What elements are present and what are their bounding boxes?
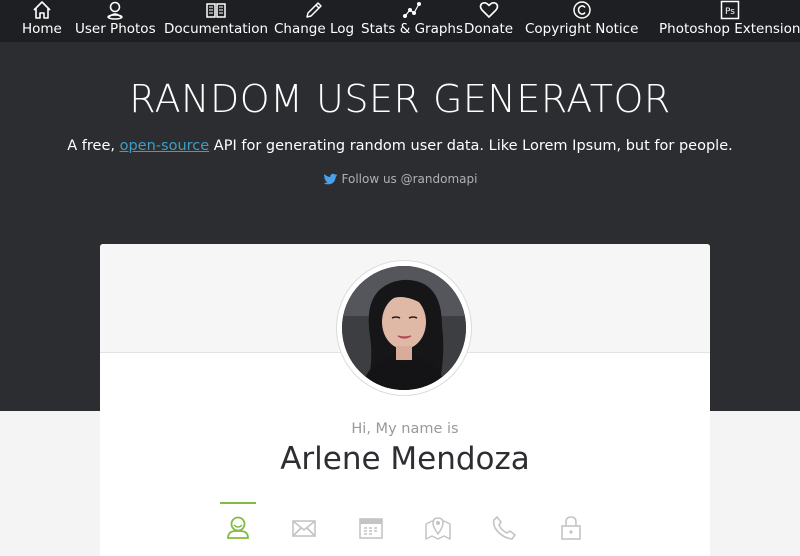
avatar-frame [336, 260, 472, 396]
tagline-text-start: A free, [67, 138, 120, 154]
tab-phone[interactable] [486, 502, 522, 542]
svg-text:Ps: Ps [725, 7, 735, 17]
nav-donate-label: Donate [464, 21, 514, 37]
nav-copyright-label: Copyright Notice [525, 21, 639, 37]
envelope-icon [292, 520, 316, 537]
home-icon [33, 1, 51, 19]
detail-tabs [100, 502, 710, 542]
nav-home[interactable]: Home [22, 0, 62, 42]
pencil-icon [306, 2, 322, 18]
nav-change-log-label: Change Log [274, 21, 355, 37]
user-photos-icon [107, 1, 123, 20]
calendar-icon [359, 518, 383, 539]
nav-stats-graphs[interactable]: Stats & Graphs [361, 0, 463, 42]
tagline-text-end: API for generating random user data. Lik… [209, 138, 733, 154]
twitter-follow-text: Follow us @randomapi [341, 172, 478, 186]
tagline: A free, open-source API for generating r… [0, 138, 800, 154]
photoshop-icon: Ps [720, 0, 739, 20]
nav-documentation[interactable]: Documentation [164, 0, 268, 42]
twitter-follow-link[interactable]: Follow us @randomapi [0, 172, 800, 186]
nav-copyright[interactable]: Copyright Notice [525, 0, 638, 42]
tab-name[interactable] [220, 502, 256, 542]
nav-donate[interactable]: Donate [464, 0, 513, 42]
user-portrait [342, 266, 466, 390]
copyright-icon [572, 1, 591, 19]
tab-email[interactable] [286, 502, 322, 542]
greeting-label: Hi, My name is [351, 421, 459, 437]
heart-icon [479, 2, 498, 18]
user-name: Arlene Mendoza [280, 441, 530, 477]
tab-address[interactable] [420, 502, 456, 542]
nav-photoshop-extension[interactable]: Ps Photoshop Extension [659, 0, 800, 42]
nav-photoshop-extension-label: Photoshop Extension [659, 21, 800, 37]
twitter-icon [323, 173, 337, 184]
nav-user-photos[interactable]: User Photos [75, 0, 156, 42]
map-icon [425, 517, 451, 540]
user-icon [227, 516, 249, 539]
open-source-link[interactable]: open-source [120, 138, 210, 154]
tab-birthday[interactable] [353, 502, 389, 542]
book-icon [206, 3, 226, 18]
page-title: RANDOM USER GENERATOR [129, 77, 671, 121]
nav-home-label: Home [22, 21, 62, 37]
phone-icon [492, 516, 516, 540]
avatar [342, 266, 466, 390]
graph-icon [403, 2, 421, 18]
nav-change-log[interactable]: Change Log [274, 0, 354, 42]
nav-user-photos-label: User Photos [75, 21, 156, 37]
top-nav: Home User Photos Documentation Change Lo… [0, 0, 800, 42]
nav-stats-graphs-label: Stats & Graphs [361, 21, 464, 37]
lock-icon [561, 516, 581, 540]
user-card: Hi, My name is Arlene Mendoza [100, 244, 710, 556]
nav-documentation-label: Documentation [164, 21, 269, 37]
tab-password[interactable] [553, 502, 589, 542]
